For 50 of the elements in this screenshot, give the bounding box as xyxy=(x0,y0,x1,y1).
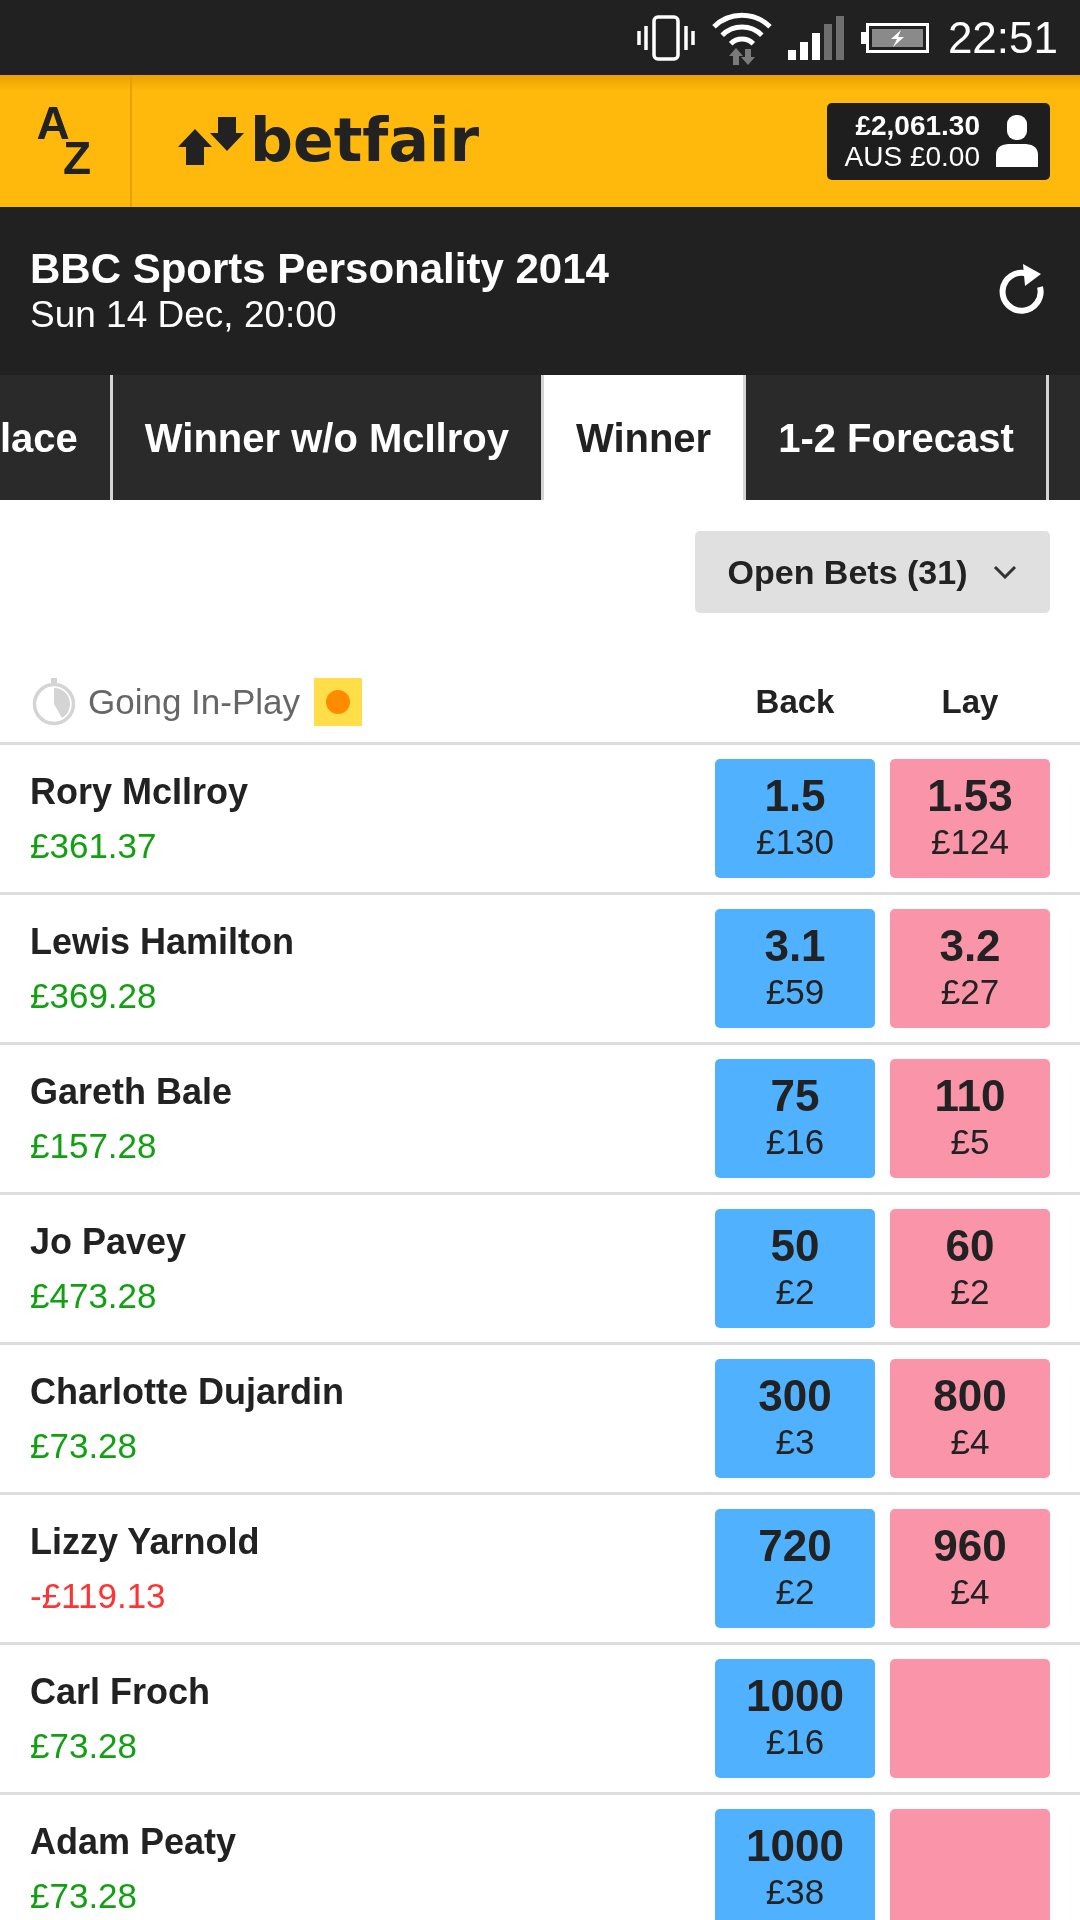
runner-name: Rory McIlroy xyxy=(30,769,249,814)
status-time: 22:51 xyxy=(947,15,1058,60)
back-odds-button[interactable]: 50 £2 xyxy=(715,1209,875,1328)
tab[interactable]: Winner xyxy=(544,375,744,500)
runner-name: Jo Pavey xyxy=(30,1219,187,1264)
lay-odds-button[interactable]: 60 £2 xyxy=(890,1209,1050,1328)
lay-odds-button[interactable]: 800 £4 xyxy=(890,1359,1050,1478)
stopwatch-icon xyxy=(30,678,78,726)
lay-odds-button[interactable] xyxy=(890,1659,1050,1778)
runner-name: Adam Peaty xyxy=(30,1819,237,1864)
event-title: BBC Sports Personality 2014 xyxy=(30,244,609,293)
back-odds-button[interactable]: 75 £16 xyxy=(715,1059,875,1178)
profit-amount: £73.28 xyxy=(30,1724,139,1767)
profit-amount: £157.28 xyxy=(30,1124,158,1167)
battery-charging-icon xyxy=(860,22,929,53)
lay-odds-button[interactable]: 3.2 £27 xyxy=(890,909,1050,1028)
a-z-button[interactable]: A Z xyxy=(36,106,94,176)
profit-amount: £361.37 xyxy=(30,824,158,867)
back-odds-button[interactable]: 3.1 £59 xyxy=(715,909,875,1028)
back-odds-button[interactable]: 720 £2 xyxy=(715,1509,875,1628)
lay-column-header: Lay xyxy=(940,682,1000,723)
profit-amount: £73.28 xyxy=(30,1424,139,1467)
lay-odds-button[interactable]: 1.53 £124 xyxy=(890,759,1050,878)
profit-amount: £473.28 xyxy=(30,1274,158,1317)
person-icon xyxy=(996,115,1038,167)
back-odds-button[interactable]: 300 £3 xyxy=(715,1359,875,1478)
runner-name: Gareth Bale xyxy=(30,1069,233,1114)
back-column-header: Back xyxy=(754,682,836,723)
runner-name: Lewis Hamilton xyxy=(30,919,295,964)
signal-icon xyxy=(787,15,846,60)
back-odds-button[interactable]: 1000 £16 xyxy=(715,1659,875,1778)
profit-amount: -£119.13 xyxy=(30,1574,167,1617)
lay-odds-button[interactable] xyxy=(890,1809,1050,1920)
back-odds-button[interactable]: 1.5 £130 xyxy=(715,759,875,878)
in-play-indicator-icon xyxy=(314,678,363,726)
logo-text: betfair xyxy=(250,110,480,170)
open-bets-button[interactable]: Open Bets (31) xyxy=(695,531,1050,613)
event-date: Sun 14 Dec, 20:00 xyxy=(30,292,338,337)
profit-amount: £73.28 xyxy=(30,1874,139,1917)
lay-odds-button[interactable]: 110 £5 xyxy=(890,1059,1050,1178)
runner-name: Charlotte Dujardin xyxy=(30,1369,344,1414)
profit-amount: £369.28 xyxy=(30,974,158,1017)
runner-name: Carl Froch xyxy=(30,1669,211,1714)
account-button[interactable]: £2,061.30 AUS £0.00 xyxy=(826,102,1050,180)
back-odds-button[interactable]: 1000 £38 xyxy=(715,1809,875,1920)
going-in-play-label: Going In-Play xyxy=(88,680,301,723)
chevron-down-icon xyxy=(993,565,1018,579)
vibrate-icon xyxy=(635,14,696,61)
lay-odds-button[interactable]: 960 £4 xyxy=(890,1509,1050,1628)
runner-name: Lizzy Yarnold xyxy=(30,1519,260,1564)
